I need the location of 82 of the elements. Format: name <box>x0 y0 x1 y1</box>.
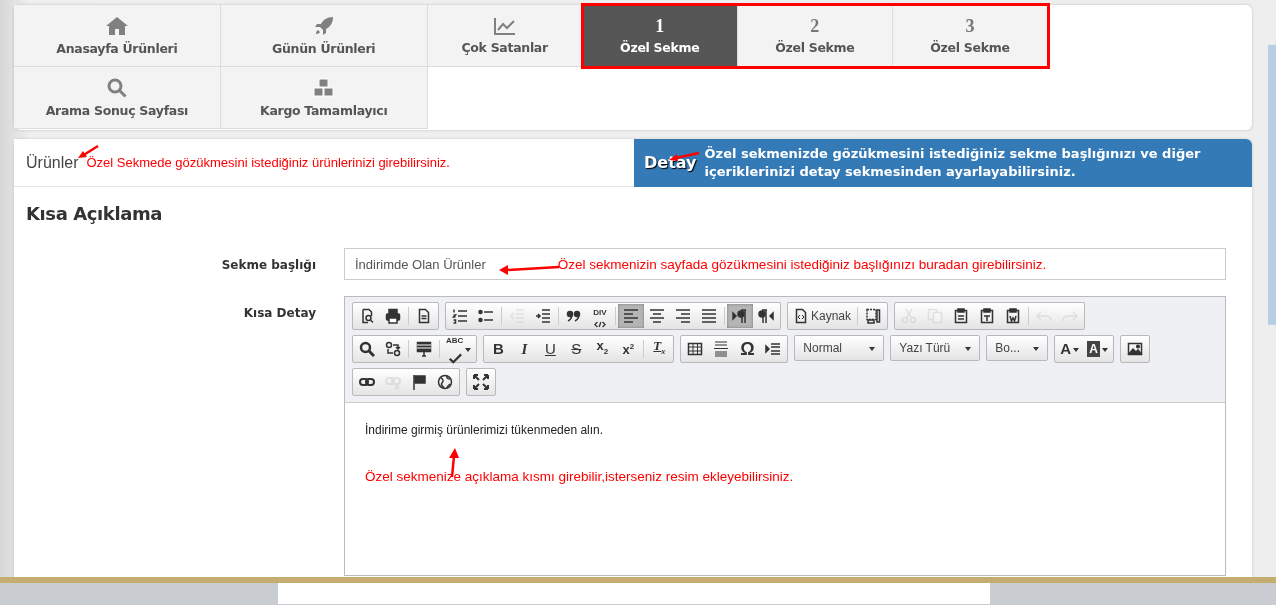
align-right-icon <box>675 308 691 324</box>
globe-icon <box>437 374 453 390</box>
tab-label[interactable]: Detay <box>644 153 697 172</box>
toolbar-button[interactable]: A <box>1056 337 1084 361</box>
toolbar-button[interactable]: x$_{2}$ <box>589 337 616 361</box>
horizontal-lines-icon <box>713 341 730 357</box>
panel-tab[interactable]: Ürünler Özel Sekmede gözükmesini istediğiniz ürünlerinizi girebilirsiniz. <box>14 139 634 187</box>
toolbar-button[interactable]: Ω <box>734 337 761 361</box>
toolbar-button[interactable]: A <box>1083 337 1112 361</box>
numbered-list-icon <box>452 308 468 324</box>
code-brackets-icon <box>594 320 606 328</box>
toolbar-button[interactable]: Kaynak <box>789 304 856 328</box>
line-chart-icon <box>493 16 516 35</box>
bullet-list-icon <box>478 308 494 324</box>
flag-icon <box>411 374 427 390</box>
annotation-text: Özel sekmenizde gözükmesini istediğiniz sekme başlığınızı ve diğer içeriklerinizi detay sekmesinden ayarlayabilirsiniz. <box>704 144 1202 181</box>
undo-icon <box>1036 308 1053 324</box>
annotation-text: Özel sekmenizin sayfada gözükmesini istediğiniz başlığınızı buradan girebilirsiniz. <box>557 256 1047 272</box>
justify-icon <box>701 308 717 324</box>
tab[interactable]: 1 Özel Sekme <box>582 5 738 67</box>
code-page-icon <box>793 308 809 324</box>
panel-tab[interactable]: Detay Özel sekmenizde gözükmesini istediğiniz sekme başlığınızı ve diğer içeriklerinizi detay sekmesinden ayarlayabilirsiniz. <box>634 139 1252 187</box>
scissors-icon <box>901 308 918 324</box>
table-icon <box>687 341 704 357</box>
align-left-icon <box>623 308 639 324</box>
template-icon <box>865 308 882 324</box>
arrow <box>78 144 99 158</box>
unlink-icon <box>385 374 401 390</box>
tab[interactable]: Arama Sonuç Sayfası <box>14 67 221 129</box>
toolbar-button[interactable]: DIV <box>587 304 613 328</box>
pilcrow-right-icon <box>732 308 748 324</box>
dropdown[interactable]: Normal <box>794 335 885 361</box>
dropdown[interactable]: Yazı Türü <box>890 335 981 361</box>
align-center-icon <box>649 308 665 324</box>
indent-icon <box>535 308 551 324</box>
clipboard-word-icon <box>1005 308 1022 324</box>
tab[interactable]: Anasayfa Ürünleri <box>14 5 221 67</box>
page-magnifier-icon <box>359 308 375 324</box>
input-field[interactable]: İndirimde Olan Ürünler Özel sekmenizin sayfada gözükmesini istediğiniz başlığınızı buradan girebilirsiniz. <box>344 248 1226 280</box>
section-title: Kısa Açıklama <box>26 203 163 224</box>
image-icon <box>1126 341 1143 357</box>
toolbar-button[interactable]: ABC <box>442 337 476 361</box>
printer-icon <box>385 308 401 324</box>
editor-text: İndirime girmiş ürünlerimizi tükenmeden alın. <box>365 423 605 437</box>
page-icon <box>416 308 432 324</box>
maximize-icon <box>473 374 489 390</box>
tab-label[interactable]: Ürünler <box>26 153 79 172</box>
clipboard-icon <box>953 308 970 324</box>
tab[interactable]: 3 Özel Sekme <box>892 5 1048 67</box>
clipboard-text-icon <box>979 308 996 324</box>
boxes-icon <box>312 77 335 98</box>
dropdown[interactable]: Bo... <box>986 335 1049 361</box>
show-blocks-icon <box>765 341 782 357</box>
rocket-icon <box>313 15 334 36</box>
replace-icon <box>385 341 401 357</box>
field-label: Kısa Detay <box>242 305 316 322</box>
pilcrow-left-icon <box>758 308 774 324</box>
tab[interactable]: Kargo Tamamlayıcı <box>220 67 428 129</box>
tab[interactable]: Çok Satanlar <box>427 5 583 67</box>
field-label: Sekme başlığı <box>220 257 316 274</box>
arrow <box>499 265 560 275</box>
quote-icon <box>566 308 582 324</box>
search-icon <box>359 341 375 357</box>
copy-icon <box>927 308 944 324</box>
house-icon <box>105 15 128 36</box>
outdent-icon <box>509 308 525 324</box>
toolbar-button[interactable] <box>727 304 753 328</box>
toolbar-button[interactable]: S <box>563 337 590 361</box>
toolbar-button[interactable]: U <box>537 337 564 361</box>
toolbar-button[interactable]: T$_{x}$ <box>646 337 673 361</box>
annotation-text: Özel Sekmede gözükmesini istediğiniz ürünlerinizi girebilirsiniz. <box>86 155 450 170</box>
toolbar-button[interactable]: I <box>511 337 538 361</box>
field-value: İndirimde Olan Ürünler <box>355 256 486 272</box>
annotation-text: Özel sekmenize açıklama kısmı girebilir,isterseniz resim ekleyebilirsiniz. <box>365 469 795 484</box>
toolbar-button[interactable]: x$^{2}$ <box>615 337 642 361</box>
search-icon <box>106 77 127 98</box>
select-all-icon <box>416 341 432 357</box>
tab[interactable]: 2 Özel Sekme <box>737 5 893 67</box>
scrollbar[interactable] <box>1268 45 1276 325</box>
redo-icon <box>1062 308 1079 324</box>
toolbar-button[interactable]: B <box>485 337 512 361</box>
tab[interactable]: Günün Ürünleri <box>220 5 428 67</box>
